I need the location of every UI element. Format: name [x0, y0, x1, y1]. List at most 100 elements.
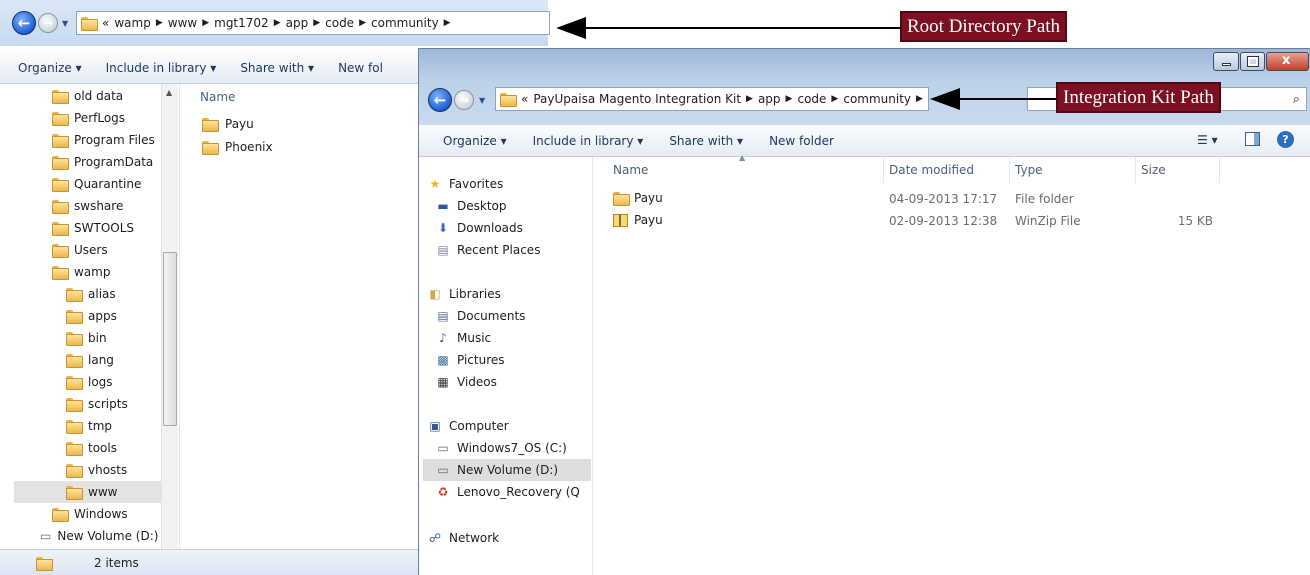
column-header-date-modified[interactable]: Date modified — [889, 163, 974, 177]
tree-item-swtools[interactable]: SWTOOLS — [52, 217, 162, 239]
crumb-separator-icon[interactable]: ▶ — [202, 18, 209, 28]
nav-drive-q[interactable]: ♻ Lenovo_Recovery (Q — [435, 481, 580, 503]
crumb-www[interactable]: www — [168, 16, 197, 30]
nav-drive-c[interactable]: ▭ Windows7_OS (C:) — [435, 437, 567, 459]
tree-item-logs[interactable]: logs — [66, 371, 162, 393]
file-item[interactable]: Phoenix — [202, 140, 273, 155]
column-header-name[interactable]: Name — [200, 90, 235, 104]
tree-item-new-volume-d[interactable]: ▭ New Volume (D:) — [40, 525, 158, 547]
nav-pictures[interactable]: ▩ Pictures — [435, 349, 504, 371]
tree-item-tools[interactable]: tools — [66, 437, 162, 459]
crumb-separator-icon[interactable]: ▶ — [831, 94, 838, 104]
column-header-type[interactable]: Type — [1015, 163, 1043, 177]
crumb-app[interactable]: app — [286, 16, 309, 30]
close-button[interactable]: x — [1266, 52, 1309, 71]
preview-pane-icon[interactable] — [1245, 132, 1260, 146]
back-button[interactable] — [428, 88, 452, 112]
tree-item-www[interactable]: www — [14, 481, 162, 503]
recent-pages-dropdown-icon[interactable]: ▼ — [62, 19, 68, 28]
tree-item-vhosts[interactable]: vhosts — [66, 459, 162, 481]
crumb-separator-icon[interactable]: ▶ — [786, 94, 793, 104]
tree-item-wamp[interactable]: wamp — [52, 261, 162, 283]
nav-drive-d[interactable]: ▭ New Volume (D:) — [423, 459, 591, 481]
scroll-up-icon[interactable]: ▲ — [166, 88, 172, 97]
include-in-library-button[interactable]: Include in library ▾ — [533, 134, 644, 148]
nav-recent-places[interactable]: ▤ Recent Places — [435, 239, 540, 261]
back-button[interactable] — [12, 11, 36, 35]
tree-item-swshare[interactable]: swshare — [52, 195, 162, 217]
share-with-button[interactable]: Share with ▾ — [669, 134, 743, 148]
tree-item-scripts[interactable]: scripts — [66, 393, 162, 415]
crumb-community[interactable]: community — [371, 16, 439, 30]
nav-music[interactable]: ♪ Music — [435, 327, 491, 349]
change-view-icon[interactable]: ☰ ▾ — [1197, 133, 1218, 147]
crumb-separator-icon[interactable]: ▶ — [444, 18, 451, 28]
crumb-separator-icon[interactable]: ▶ — [313, 18, 320, 28]
overflow-chevron[interactable]: « — [102, 16, 109, 30]
crumb-separator-icon[interactable]: ▶ — [916, 94, 923, 104]
maximize-button[interactable] — [1240, 52, 1265, 71]
recent-pages-dropdown-icon[interactable]: ▼ — [479, 96, 485, 105]
column-divider[interactable] — [1219, 157, 1220, 183]
share-with-button[interactable]: Share with ▾ — [240, 61, 314, 75]
root-address-bar[interactable]: « wamp ▶ www ▶ mgt1702 ▶ app ▶ code ▶ co… — [76, 11, 550, 35]
tree-item-programdata[interactable]: ProgramData — [52, 151, 162, 173]
kit-address-bar[interactable]: « PayUpaisa Magento Integration Kit ▶ ap… — [495, 87, 929, 111]
file-item[interactable]: Payu — [202, 117, 254, 132]
help-icon[interactable]: ? — [1277, 131, 1294, 148]
tree-item-bin[interactable]: bin — [66, 327, 162, 349]
tree-item-windows[interactable]: Windows — [52, 503, 162, 525]
root-tree-scroll-thumb[interactable] — [163, 252, 177, 426]
nav-network[interactable]: ☍ Network — [427, 527, 499, 549]
nav-favorites[interactable]: ★ Favorites — [427, 173, 504, 195]
tree-item-old-data[interactable]: old data — [52, 85, 162, 107]
tree-item-program-files[interactable]: Program Files — [52, 129, 162, 151]
overflow-chevron[interactable]: « — [521, 92, 528, 106]
nav-computer[interactable]: ▣ Computer — [427, 415, 509, 437]
tree-item-users[interactable]: Users — [52, 239, 162, 261]
nav-downloads[interactable]: ⬇ Downloads — [435, 217, 523, 239]
organize-button[interactable]: Organize ▾ — [443, 134, 507, 148]
nav-desktop[interactable]: ▬ Desktop — [435, 195, 506, 217]
column-header-size[interactable]: Size — [1141, 163, 1166, 177]
item-count: 2 items — [94, 556, 139, 570]
crumb-code[interactable]: code — [325, 16, 354, 30]
crumb-separator-icon[interactable]: ▶ — [274, 18, 281, 28]
forward-button[interactable] — [454, 90, 474, 110]
search-icon[interactable]: ⌕ — [1293, 92, 1300, 107]
nav-libraries[interactable]: ◧ Libraries — [427, 283, 501, 305]
include-in-library-button[interactable]: Include in library ▾ — [106, 61, 217, 75]
crumb-app[interactable]: app — [758, 92, 781, 106]
new-folder-button[interactable]: New folder — [769, 134, 834, 148]
tree-item-label: swshare — [74, 199, 124, 213]
tree-item-lang[interactable]: lang — [66, 349, 162, 371]
tree-item-label: www — [88, 485, 118, 499]
column-divider[interactable] — [1009, 157, 1010, 183]
column-header-name[interactable]: Name — [613, 163, 648, 177]
crumb-wamp[interactable]: wamp — [114, 16, 150, 30]
nav-label: Favorites — [449, 177, 504, 191]
nav-documents[interactable]: ▤ Documents — [435, 305, 525, 327]
tree-item-alias[interactable]: alias — [66, 283, 162, 305]
tree-item-apps[interactable]: apps — [66, 305, 162, 327]
crumb-separator-icon[interactable]: ▶ — [156, 18, 163, 28]
tree-item-label: tools — [88, 441, 117, 455]
crumb-separator-icon[interactable]: ▶ — [359, 18, 366, 28]
tree-item-perflogs[interactable]: PerfLogs — [52, 107, 162, 129]
organize-button[interactable]: Organize ▾ — [18, 61, 82, 75]
tree-item-tmp[interactable]: tmp — [66, 415, 162, 437]
crumb-separator-icon[interactable]: ▶ — [746, 94, 753, 104]
new-folder-button[interactable]: New fol — [338, 61, 383, 75]
column-divider[interactable] — [1135, 157, 1136, 183]
tree-item-label: Program Files — [74, 133, 155, 147]
tree-item-quarantine[interactable]: Quarantine — [52, 173, 162, 195]
crumb-community[interactable]: community — [843, 92, 911, 106]
nav-label: Computer — [449, 419, 509, 433]
crumb-integration-kit[interactable]: PayUpaisa Magento Integration Kit — [533, 92, 741, 106]
minimize-button[interactable] — [1213, 52, 1239, 71]
column-divider[interactable] — [883, 157, 884, 183]
crumb-code[interactable]: code — [797, 92, 826, 106]
nav-videos[interactable]: ▦ Videos — [435, 371, 497, 393]
crumb-mgt1702[interactable]: mgt1702 — [214, 16, 269, 30]
forward-button[interactable] — [38, 13, 58, 33]
